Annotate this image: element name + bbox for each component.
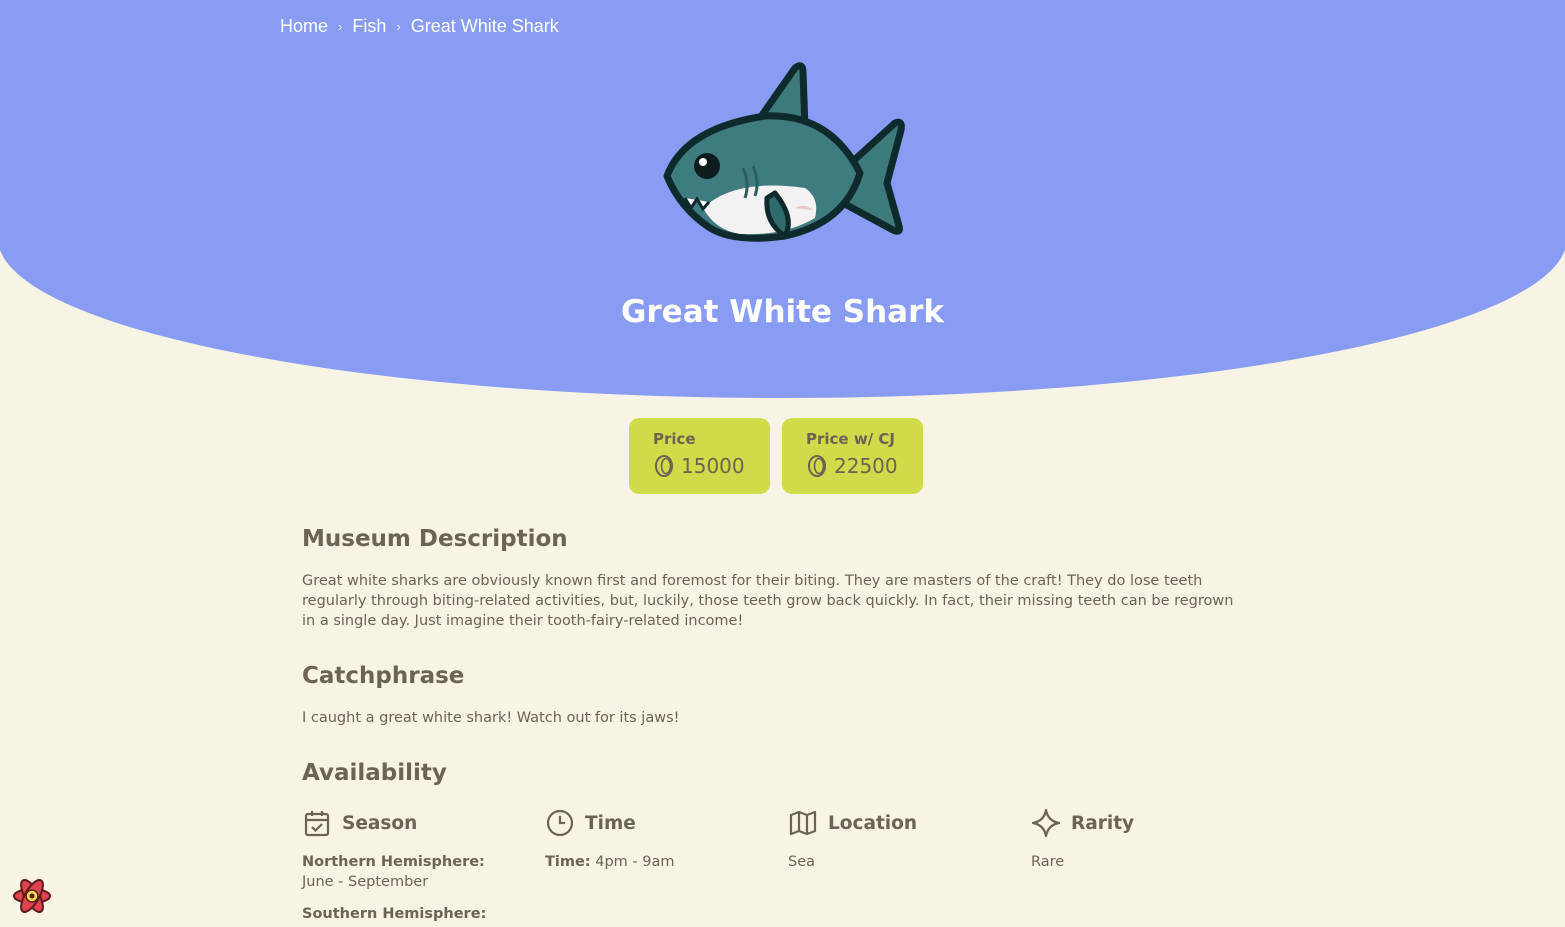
price-cj-card: Price w/ CJ 22500 <box>782 418 923 494</box>
breadcrumb-home-link[interactable]: Home <box>280 16 328 37</box>
season-label: Season <box>342 812 418 834</box>
availability-heading: Availability <box>302 760 447 786</box>
season-header: Season <box>302 806 486 840</box>
southern-hemisphere-label: Southern Hemisphere: <box>302 906 487 922</box>
museum-description-heading: Museum Description <box>302 526 568 552</box>
price-cj-amount: 22500 <box>834 454 898 478</box>
price-label: Price <box>653 430 696 448</box>
location-value: Sea <box>788 854 816 870</box>
catchphrase-text: I caught a great white shark! Watch out … <box>302 710 680 726</box>
breadcrumb-current: Great White Shark <box>410 15 559 36</box>
time-details: Time: 4pm - 9am <box>545 852 674 872</box>
price-value-row: 15000 <box>653 454 770 478</box>
museum-description-text: Great white sharks are obviously known f… <box>302 573 1234 629</box>
price-cj-value-row: 22500 <box>806 454 923 478</box>
map-icon <box>789 810 817 836</box>
clock-icon <box>546 809 574 837</box>
time-header: Time <box>545 806 674 840</box>
sparkle-icon <box>1031 808 1061 838</box>
northern-hemisphere-value: June - September <box>302 874 429 890</box>
time-field-label: Time: <box>545 854 591 870</box>
price-row: Price 15000 Price w/ CJ 22500 <box>629 418 923 494</box>
catchphrase-heading: Catchphrase <box>302 663 465 689</box>
time-column: Time Time: 4pm - 9am <box>545 806 674 872</box>
bell-coin-icon <box>655 455 673 477</box>
page-title: Great White Shark <box>620 294 945 330</box>
calendar-check-icon <box>304 811 330 837</box>
breadcrumb-separator: › <box>338 18 343 34</box>
breadcrumb-separator: › <box>396 18 401 34</box>
northern-hemisphere-label: Northern Hemisphere: <box>302 854 485 870</box>
season-column: Season Northern Hemisphere: June - Septe… <box>302 806 486 924</box>
rarity-column: Rarity Rare <box>1031 806 1134 872</box>
react-devtools-icon[interactable] <box>11 875 53 917</box>
season-details: Northern Hemisphere: June - September So… <box>302 852 486 924</box>
location-column: Location Sea <box>788 806 917 872</box>
bell-coin-icon <box>808 455 826 477</box>
breadcrumb-fish-link[interactable]: Fish <box>352 16 386 37</box>
rarity-header: Rarity <box>1031 806 1134 840</box>
price-amount: 15000 <box>681 454 745 478</box>
shark-icon <box>663 62 905 242</box>
price-card: Price 15000 <box>629 418 770 494</box>
location-label: Location <box>828 812 918 834</box>
time-label: Time <box>585 812 636 834</box>
time-field-value: 4pm - 9am <box>595 854 675 870</box>
breadcrumb: Home › Fish › Great White Shark <box>280 15 559 37</box>
location-header: Location <box>788 806 917 840</box>
rarity-label: Rarity <box>1071 812 1135 834</box>
rarity-value: Rare <box>1031 854 1065 870</box>
price-cj-label: Price w/ CJ <box>806 430 895 448</box>
